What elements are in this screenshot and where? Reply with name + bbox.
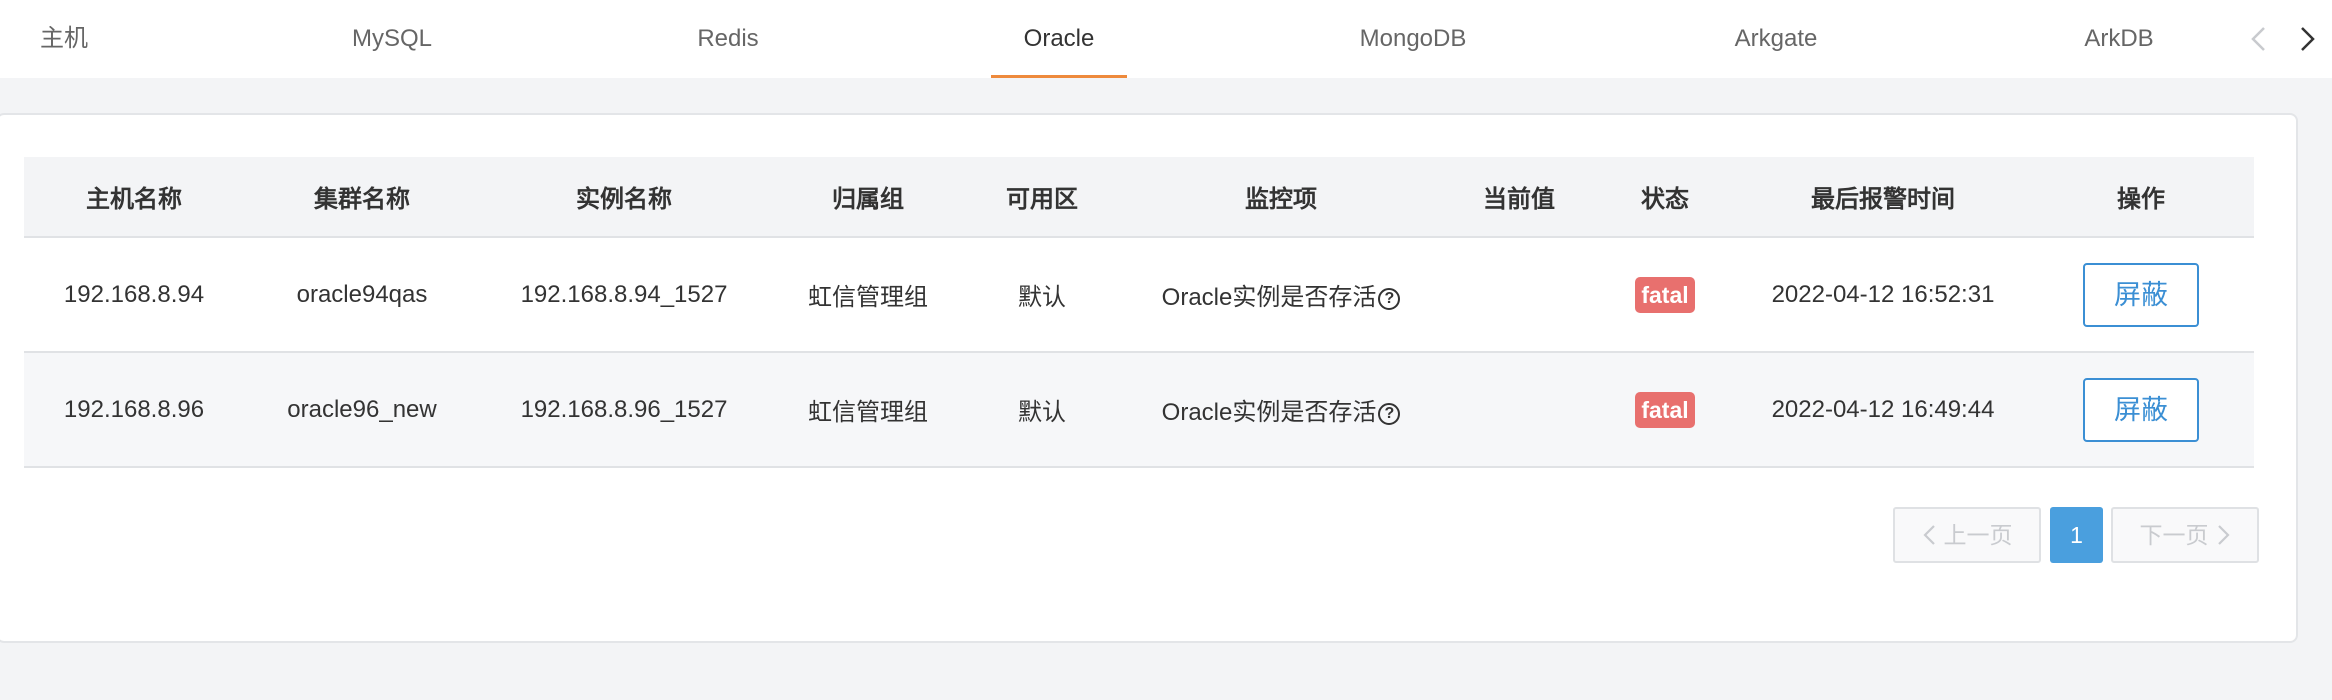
cell-last-alarm-time: 2022-04-12 16:52:31 <box>1738 237 2028 353</box>
chevron-right-icon[interactable] <box>2290 22 2324 56</box>
page-number-current[interactable]: 1 <box>2050 507 2103 563</box>
header-cluster-name: 集群名称 <box>244 157 480 238</box>
cell-cluster-name: oracle96_new <box>244 352 480 468</box>
tab-oracle[interactable]: Oracle <box>991 0 1127 78</box>
mask-button[interactable]: 屏蔽 <box>2083 262 2199 327</box>
mask-button[interactable]: 屏蔽 <box>2083 377 2199 442</box>
cell-group: 虹信管理组 <box>768 352 968 468</box>
tab-redis[interactable]: Redis <box>668 0 788 78</box>
cell-instance-name: 192.168.8.96_1527 <box>480 352 768 468</box>
tab-mongodb[interactable]: MongoDB <box>1338 0 1488 78</box>
tab-arkdb[interactable]: ArkDB <box>2066 0 2172 78</box>
cell-group: 虹信管理组 <box>768 237 968 353</box>
tab-bar: 主机 MySQL Redis Oracle MongoDB Arkgate Ar… <box>0 0 2332 78</box>
header-instance-name: 实例名称 <box>480 157 768 238</box>
cell-action: 屏蔽 <box>2028 237 2254 353</box>
chevron-left-icon <box>1922 525 1935 545</box>
header-current-value: 当前值 <box>1446 157 1592 238</box>
help-icon[interactable]: ? <box>1378 403 1401 425</box>
header-status: 状态 <box>1592 157 1738 238</box>
table-row: 192.168.8.96 oracle96_new 192.168.8.96_1… <box>24 352 2254 468</box>
header-monitor-item: 监控项 <box>1116 157 1446 238</box>
prev-page-button[interactable]: 上一页 <box>1893 507 2041 563</box>
chevron-left-icon[interactable] <box>2242 22 2276 56</box>
cell-current-value <box>1446 237 1592 353</box>
table-row: 192.168.8.94 oracle94qas 192.168.8.94_15… <box>24 237 2254 353</box>
monitor-item-text: Oracle实例是否存活 <box>1161 284 1377 311</box>
cell-cluster-name: oracle94qas <box>244 237 480 353</box>
cell-status: fatal <box>1592 352 1738 468</box>
header-zone: 可用区 <box>968 157 1116 238</box>
tab-host[interactable]: 主机 <box>24 0 104 78</box>
cell-monitor-item: Oracle实例是否存活? <box>1116 352 1446 468</box>
next-page-label: 下一页 <box>2139 522 2209 548</box>
status-badge: fatal <box>1635 391 1695 428</box>
header-group: 归属组 <box>768 157 968 238</box>
monitor-item-text: Oracle实例是否存活 <box>1161 399 1377 426</box>
next-page-button[interactable]: 下一页 <box>2111 507 2259 563</box>
alarm-panel: 主机名称 集群名称 实例名称 归属组 可用区 监控项 当前值 状态 最后报警时间… <box>0 113 2298 643</box>
help-icon[interactable]: ? <box>1378 288 1401 310</box>
cell-host-name: 192.168.8.96 <box>24 352 244 468</box>
table-header-row: 主机名称 集群名称 实例名称 归属组 可用区 监控项 当前值 状态 最后报警时间… <box>24 157 2254 238</box>
prev-page-label: 上一页 <box>1943 522 2013 548</box>
header-action: 操作 <box>2028 157 2254 238</box>
cell-zone: 默认 <box>968 237 1116 353</box>
status-badge: fatal <box>1635 276 1695 313</box>
cell-monitor-item: Oracle实例是否存活? <box>1116 237 1446 353</box>
header-host-name: 主机名称 <box>24 157 244 238</box>
cell-last-alarm-time: 2022-04-12 16:49:44 <box>1738 352 2028 468</box>
chevron-right-icon <box>2217 525 2230 545</box>
cell-instance-name: 192.168.8.94_1527 <box>480 237 768 353</box>
tab-mysql[interactable]: MySQL <box>322 0 462 78</box>
cell-action: 屏蔽 <box>2028 352 2254 468</box>
alarm-table: 主机名称 集群名称 实例名称 归属组 可用区 监控项 当前值 状态 最后报警时间… <box>24 157 2254 468</box>
tab-arkgate[interactable]: Arkgate <box>1710 0 1842 78</box>
cell-status: fatal <box>1592 237 1738 353</box>
cell-current-value <box>1446 352 1592 468</box>
cell-host-name: 192.168.8.94 <box>24 237 244 353</box>
cell-zone: 默认 <box>968 352 1116 468</box>
header-last-alarm-time: 最后报警时间 <box>1738 157 2028 238</box>
pagination: 上一页 1 下一页 <box>1893 507 2259 563</box>
